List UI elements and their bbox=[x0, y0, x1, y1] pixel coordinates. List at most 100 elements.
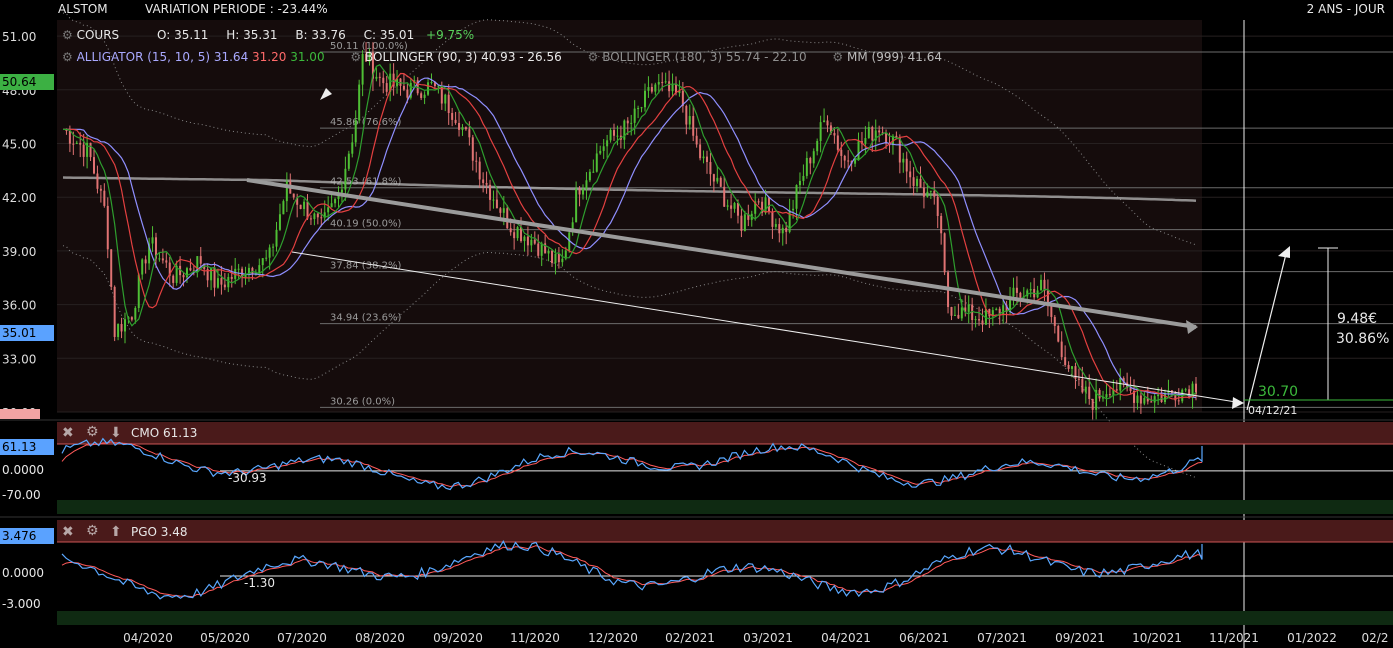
cmo-header-bar bbox=[57, 422, 1393, 444]
candle-body bbox=[1153, 396, 1156, 403]
x-tick-label: 06/2021 bbox=[899, 631, 949, 645]
candle-body bbox=[833, 133, 836, 136]
gear-icon[interactable]: ⚙ bbox=[588, 50, 599, 64]
y-tick-label: 51.00 bbox=[2, 30, 36, 44]
cmo-tick-1: -70.00 bbox=[2, 488, 41, 502]
candle-body bbox=[981, 320, 984, 325]
candle-body bbox=[1088, 386, 1091, 399]
candle-body bbox=[437, 85, 440, 87]
candle-body bbox=[272, 246, 275, 248]
candle-body bbox=[840, 149, 843, 156]
candle-body bbox=[516, 227, 519, 239]
candle-body bbox=[89, 142, 92, 158]
candle-body bbox=[1150, 401, 1153, 403]
candle-body bbox=[492, 199, 495, 201]
candle-body bbox=[117, 324, 120, 337]
bollinger2-label: BOLLINGER (180, 3) 55.74 - 22.10 bbox=[602, 50, 807, 64]
candle-body bbox=[709, 162, 712, 175]
candle-body bbox=[165, 260, 168, 263]
gear-icon[interactable]: ⚙ bbox=[62, 28, 73, 42]
candle-body bbox=[616, 135, 619, 137]
candle-body bbox=[630, 122, 633, 124]
bollinger1-label: BOLLINGER (90, 3) 40.93 - 26.56 bbox=[365, 50, 562, 64]
candle-body bbox=[99, 188, 102, 191]
candle-body bbox=[1064, 357, 1067, 365]
candle-body bbox=[940, 216, 943, 234]
candle-body bbox=[282, 201, 285, 215]
candle-body bbox=[382, 77, 385, 84]
cmo-label: CMO 61.13 bbox=[131, 426, 198, 440]
candle-body bbox=[936, 196, 939, 217]
candle-body bbox=[922, 187, 925, 197]
candle-body bbox=[664, 81, 667, 83]
candle-body bbox=[757, 201, 760, 203]
gear-icon[interactable]: ⚙ bbox=[832, 50, 843, 64]
candle-body bbox=[275, 229, 278, 247]
candle-body bbox=[705, 156, 708, 163]
close-icon[interactable]: ✖ bbox=[62, 524, 74, 540]
candle-body bbox=[778, 224, 781, 234]
x-tick-label: 01/2022 bbox=[1287, 631, 1337, 645]
candle-body bbox=[454, 119, 457, 123]
candle-body bbox=[141, 259, 144, 275]
candle-body bbox=[330, 203, 333, 208]
candle-body bbox=[478, 161, 481, 180]
candle-body bbox=[461, 127, 464, 130]
gear-icon[interactable]: ⚙ bbox=[86, 523, 99, 539]
candle-body bbox=[602, 146, 605, 151]
candle-body bbox=[320, 217, 323, 219]
candle-body bbox=[313, 213, 316, 220]
candle-body bbox=[702, 156, 705, 159]
candle-body bbox=[402, 85, 405, 90]
candle-body bbox=[854, 159, 857, 164]
candle-body bbox=[230, 276, 233, 279]
candle-body bbox=[82, 144, 85, 157]
candle-body bbox=[161, 258, 164, 261]
candle-body bbox=[344, 168, 347, 190]
candle-body bbox=[375, 76, 378, 79]
candle-body bbox=[1136, 395, 1139, 403]
arrow-up-icon[interactable]: ⬆ bbox=[110, 524, 122, 540]
candle-body bbox=[730, 205, 733, 209]
candle-body bbox=[1081, 378, 1084, 393]
x-tick-label: 08/2020 bbox=[355, 631, 405, 645]
gear-icon[interactable]: ⚙ bbox=[350, 50, 361, 64]
candle-body bbox=[740, 215, 743, 231]
candle-body bbox=[551, 250, 554, 264]
candle-body bbox=[695, 135, 698, 145]
period-selector[interactable]: 2 ANS - JOUR bbox=[1307, 2, 1385, 16]
y-tick-label: 45.00 bbox=[2, 138, 36, 152]
symbol-label: ALSTOM bbox=[58, 2, 108, 16]
indicator-row: ⚙ ALLIGATOR (15, 10, 5) 31.64 31.20 31.0… bbox=[62, 50, 942, 64]
x-tick-label: 09/2021 bbox=[1055, 631, 1105, 645]
candle-body bbox=[216, 278, 219, 288]
y-tick-label: 33.00 bbox=[2, 352, 36, 366]
candle-body bbox=[144, 259, 147, 264]
candle-body bbox=[1184, 389, 1187, 391]
candle-body bbox=[637, 108, 640, 110]
candle-body bbox=[640, 107, 643, 109]
candle-body bbox=[1195, 383, 1197, 394]
gear-icon[interactable]: ⚙ bbox=[62, 50, 73, 64]
candle-body bbox=[482, 179, 485, 183]
candle-body bbox=[916, 178, 919, 186]
candle-body bbox=[974, 319, 977, 321]
pgo-slow-line bbox=[61, 545, 1203, 598]
candle-body bbox=[1029, 289, 1032, 291]
candle-body bbox=[427, 82, 430, 95]
candle-body bbox=[489, 184, 492, 200]
candle-body bbox=[578, 188, 581, 195]
candle-body bbox=[1040, 279, 1043, 291]
candle-body bbox=[557, 253, 560, 263]
x-tick-label: 12/2020 bbox=[588, 631, 638, 645]
arrow-down-icon[interactable]: ⬇ bbox=[110, 425, 122, 441]
price-chart: 51.0048.0045.0042.0039.0036.0033.0030.00… bbox=[0, 12, 1393, 648]
x-tick-label: 09/2020 bbox=[433, 631, 483, 645]
candle-body bbox=[458, 122, 461, 130]
candle-body bbox=[585, 180, 588, 189]
diff-pct-label: 30.86% bbox=[1336, 331, 1390, 347]
candle-body bbox=[354, 120, 357, 143]
candle-body bbox=[1002, 305, 1005, 315]
gear-icon[interactable]: ⚙ bbox=[86, 424, 99, 440]
close-icon[interactable]: ✖ bbox=[62, 425, 74, 441]
